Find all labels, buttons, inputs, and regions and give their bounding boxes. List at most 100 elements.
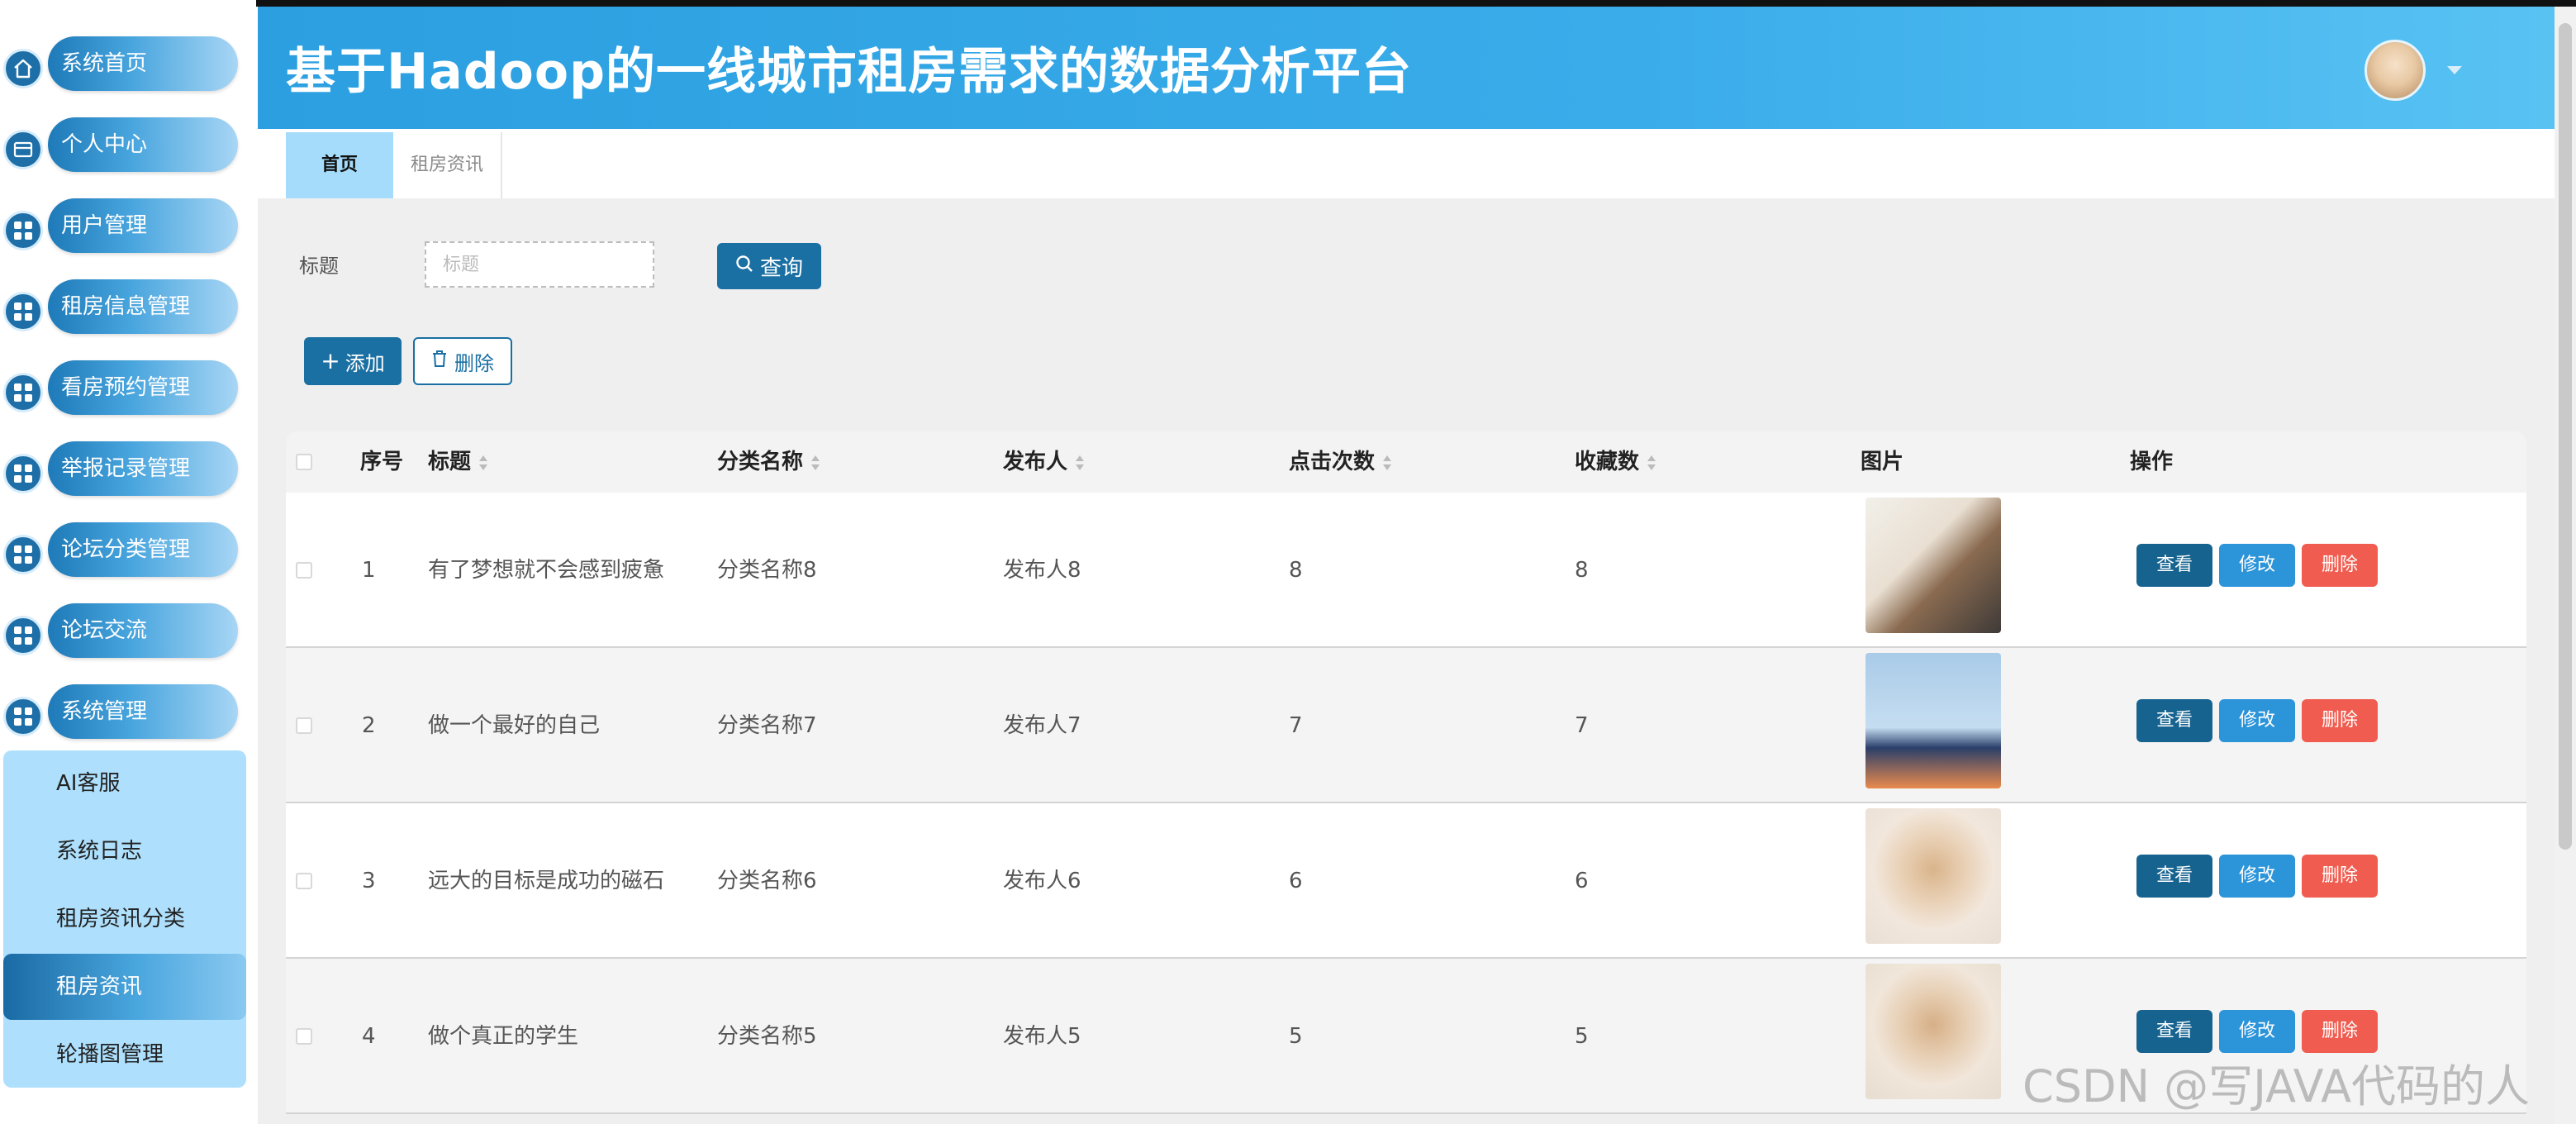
sort-icon[interactable] [1647, 455, 1656, 470]
header-bar: 基于Hadoop的一线城市租房需求的数据分析平台 [258, 7, 2555, 129]
cell-title: 做个真正的学生 [428, 1024, 579, 1049]
submenu-item-system-log[interactable]: 系统日志 [3, 818, 246, 884]
sidebar: 系统首页 个人中心 用户管理 租房信息管理 看房预约管理 举报记录管理 论坛分类… [0, 0, 256, 1124]
sidebar-item-forum[interactable]: 论坛交流 [0, 603, 248, 661]
sort-icon[interactable] [479, 455, 488, 470]
cell-clicks: 5 [1289, 1024, 1303, 1049]
table-row: 2 做一个最好的自己 分类名称7 发布人7 7 7 查看 修改 删除 [286, 648, 2526, 803]
edit-button[interactable]: 修改 [2219, 699, 2296, 742]
view-button[interactable]: 查看 [2136, 1010, 2213, 1053]
row-actions: 查看 修改 删除 [2136, 1010, 2379, 1053]
column-header-favorites[interactable]: 收藏数 [1575, 431, 1656, 493]
edit-button[interactable]: 修改 [2219, 855, 2296, 898]
submenu-item-carousel[interactable]: 轮播图管理 [3, 1022, 246, 1088]
delete-button[interactable]: 删除 [2302, 1010, 2379, 1053]
edit-button[interactable]: 修改 [2219, 1010, 2296, 1053]
view-button[interactable]: 查看 [2136, 855, 2213, 898]
batch-delete-button[interactable]: 删除 [413, 337, 512, 385]
add-button-label: 添加 [345, 351, 385, 375]
edit-button[interactable]: 修改 [2219, 544, 2296, 587]
cell-title: 做一个最好的自己 [428, 713, 601, 738]
cell-category: 分类名称5 [717, 1024, 817, 1049]
row-checkbox[interactable] [296, 562, 312, 579]
delete-button[interactable]: 删除 [2302, 855, 2379, 898]
table-row: 1 有了梦想就不会感到疲惫 分类名称8 发布人8 8 8 查看 修改 删除 [286, 493, 2526, 648]
sidebar-item-forum-categories[interactable]: 论坛分类管理 [0, 522, 248, 580]
column-header-category[interactable]: 分类名称 [717, 431, 820, 493]
submenu-item-news-category[interactable]: 租房资讯分类 [3, 886, 246, 952]
tab-rental-news[interactable]: 租房资讯 [393, 132, 502, 198]
sort-icon[interactable] [1383, 455, 1392, 470]
query-button[interactable]: 查询 [717, 243, 821, 289]
sidebar-item-profile[interactable]: 个人中心 [0, 117, 248, 175]
title-search-input[interactable] [425, 241, 654, 288]
column-header-clicks[interactable]: 点击次数 [1289, 431, 1392, 493]
row-actions: 查看 修改 删除 [2136, 855, 2379, 898]
delete-button[interactable]: 删除 [2302, 699, 2379, 742]
add-button[interactable]: + 添加 [304, 337, 402, 385]
sidebar-item-users[interactable]: 用户管理 [0, 198, 248, 256]
grid-icon [3, 535, 43, 574]
cell-favorites: 6 [1575, 869, 1589, 893]
row-checkbox[interactable] [296, 1028, 312, 1045]
avatar[interactable] [2365, 40, 2426, 101]
column-header-title[interactable]: 标题 [428, 431, 488, 493]
system-submenu: AI客服 系统日志 租房资讯分类 租房资讯 轮播图管理 [3, 750, 246, 1088]
search-label: 标题 [299, 255, 339, 278]
tab-home[interactable]: 首页 [286, 132, 393, 198]
sidebar-item-system[interactable]: 系统管理 [0, 684, 248, 742]
cell-favorites: 5 [1575, 1024, 1589, 1049]
sidebar-item-label: 看房预约管理 [61, 375, 191, 400]
caret-down-icon[interactable] [2447, 66, 2462, 74]
grid-icon [3, 616, 43, 655]
grid-icon [3, 373, 43, 412]
table-row: 3 远大的目标是成功的磁石 分类名称6 发布人6 6 6 查看 修改 删除 [286, 803, 2526, 959]
trash-icon [431, 350, 448, 373]
sidebar-item-label: 举报记录管理 [61, 456, 191, 481]
row-thumbnail-image [1865, 808, 2001, 944]
cell-no: 2 [362, 713, 376, 738]
view-button[interactable]: 查看 [2136, 699, 2213, 742]
cell-favorites: 8 [1575, 558, 1589, 583]
column-header-image: 图片 [1861, 450, 1904, 474]
app-title: 基于Hadoop的一线城市租房需求的数据分析平台 [286, 43, 1413, 101]
sidebar-item-label: 个人中心 [61, 132, 148, 157]
sidebar-item-label: 系统首页 [61, 51, 148, 76]
sidebar-item-label: 论坛交流 [61, 618, 148, 643]
submenu-item-ai-service[interactable]: AI客服 [3, 750, 246, 817]
sort-icon[interactable] [1076, 455, 1085, 470]
sidebar-item-home[interactable]: 系统首页 [0, 36, 248, 94]
cell-no: 3 [362, 869, 376, 893]
table-header: 序号 标题 分类名称 发布人 点击次数 收藏数 图片 操作 [286, 431, 2526, 493]
main-content: 标题 查询 + 添加 删除 序号 标题 分类名称 发布人 点击次数 收藏数 图片… [258, 198, 2555, 1124]
profile-card-icon [3, 130, 43, 169]
page-scrollbar[interactable] [2555, 7, 2576, 1124]
search-icon [735, 254, 753, 279]
cell-category: 分类名称7 [717, 713, 817, 738]
scrollbar-thumb[interactable] [2559, 23, 2572, 850]
submenu-item-rental-news[interactable]: 租房资讯 [3, 954, 246, 1020]
sort-icon[interactable] [811, 455, 820, 470]
cell-publisher: 发布人7 [1003, 713, 1081, 738]
cell-clicks: 7 [1289, 713, 1303, 738]
plus-icon: + [321, 347, 340, 374]
row-thumbnail-image [1865, 964, 2001, 1099]
sidebar-item-label: 用户管理 [61, 213, 148, 238]
sidebar-item-reports[interactable]: 举报记录管理 [0, 441, 248, 499]
sidebar-item-label: 系统管理 [61, 699, 148, 724]
view-button[interactable]: 查看 [2136, 544, 2213, 587]
select-all-checkbox[interactable] [296, 454, 312, 470]
row-checkbox[interactable] [296, 873, 312, 889]
row-checkbox[interactable] [296, 717, 312, 734]
cell-no: 1 [362, 558, 376, 583]
column-header-publisher[interactable]: 发布人 [1003, 431, 1085, 493]
delete-button[interactable]: 删除 [2302, 544, 2379, 587]
cell-clicks: 8 [1289, 558, 1303, 583]
sidebar-item-viewing-appointments[interactable]: 看房预约管理 [0, 360, 248, 418]
sidebar-item-rental-info[interactable]: 租房信息管理 [0, 279, 248, 337]
column-header-actions: 操作 [2130, 450, 2174, 474]
sidebar-item-label: 租房信息管理 [61, 294, 191, 319]
cell-title: 远大的目标是成功的磁石 [428, 869, 665, 893]
query-button-label: 查询 [759, 255, 803, 281]
batch-delete-label: 删除 [454, 351, 494, 375]
